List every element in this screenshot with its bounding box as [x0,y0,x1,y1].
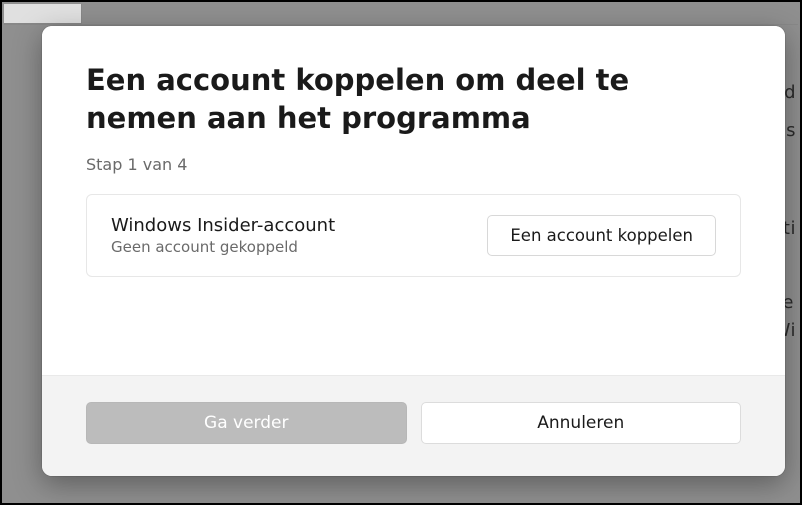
step-indicator: Stap 1 van 4 [86,155,741,174]
continue-button[interactable]: Ga verder [86,402,407,444]
background-tab [4,4,82,24]
link-account-button[interactable]: Een account koppelen [487,215,716,256]
cancel-button[interactable]: Annuleren [421,402,742,444]
account-status: Geen account gekoppeld [111,238,335,256]
dialog-footer: Ga verder Annuleren [42,375,785,476]
dialog-title: Een account koppelen om deel te nemen aa… [86,62,741,137]
account-card: Windows Insider-account Geen account gek… [86,194,741,277]
account-label: Windows Insider-account [111,215,335,236]
link-account-dialog: Een account koppelen om deel te nemen aa… [42,26,785,476]
background-divider [4,24,798,25]
dialog-body: Een account koppelen om deel te nemen aa… [42,26,785,375]
account-info: Windows Insider-account Geen account gek… [111,215,335,256]
